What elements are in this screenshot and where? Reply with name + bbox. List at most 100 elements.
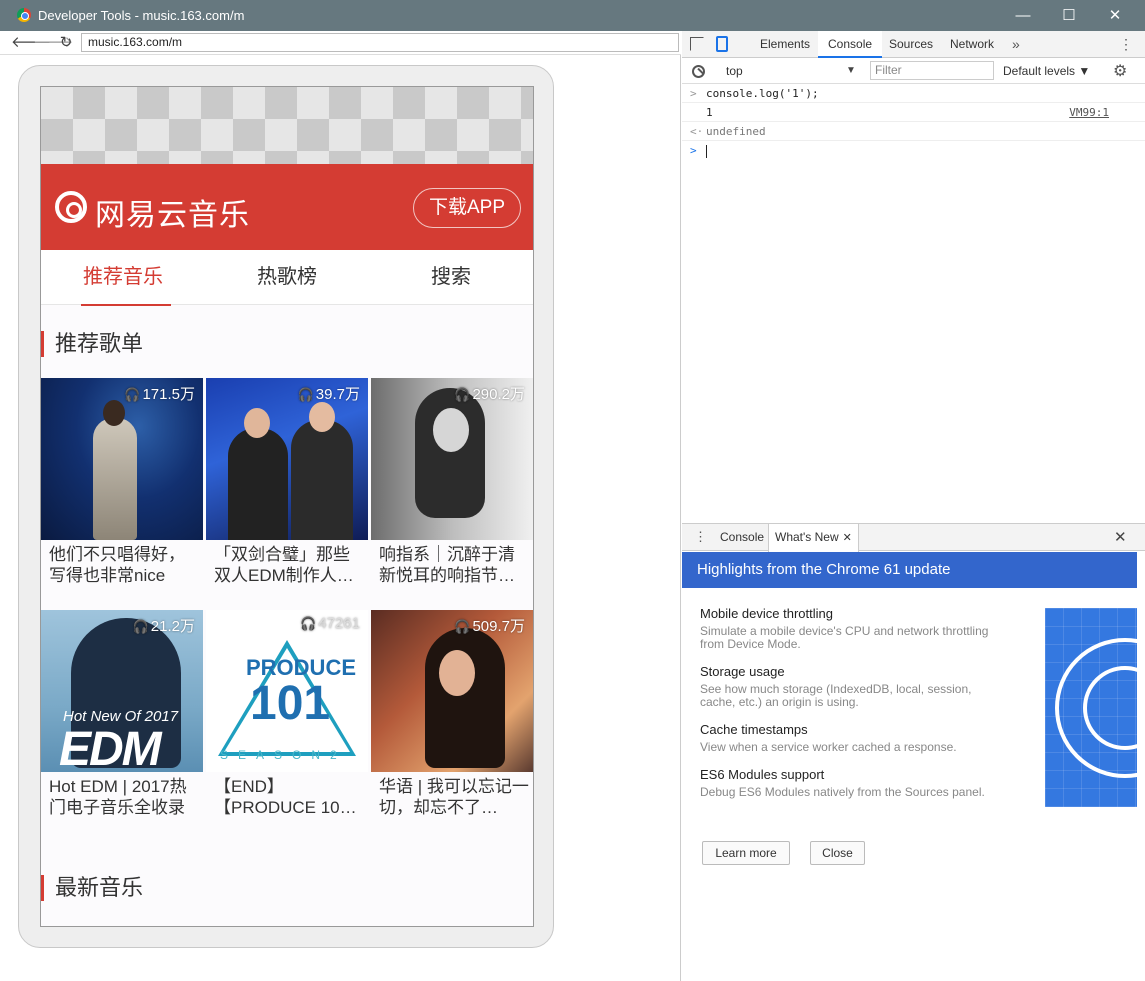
close-button[interactable]: Close bbox=[810, 841, 865, 865]
playlist-title[interactable]: 他们不只唱得好，写得也非常nice bbox=[49, 544, 199, 588]
feature-title: ES6 Modules support bbox=[700, 767, 825, 782]
log-source-link[interactable]: VM99:1 bbox=[1069, 103, 1109, 122]
cover-figure bbox=[425, 628, 505, 768]
playlist-cover[interactable]: 🎧 39.7万 bbox=[206, 378, 368, 540]
feature-item: Storage usage See how much storage (Inde… bbox=[700, 664, 1000, 709]
gear-icon[interactable]: ⚙ bbox=[1113, 61, 1127, 81]
console-toolbar: top ▼ Filter Default levels ▼ ⚙ bbox=[682, 58, 1145, 84]
cover-figure-head bbox=[433, 408, 469, 452]
headphone-icon: 🎧 bbox=[300, 616, 317, 631]
prompt-chevron-icon: > bbox=[690, 144, 697, 157]
headphone-icon: 🎧 bbox=[124, 387, 141, 402]
tab-recommended-music[interactable]: 推荐音乐 bbox=[41, 250, 205, 306]
back-arrow-icon[interactable]: 🡐 bbox=[11, 33, 51, 53]
filter-input[interactable]: Filter bbox=[870, 61, 994, 80]
play-count-value: 509.7万 bbox=[472, 618, 525, 635]
playlist-cover[interactable]: 🎧 171.5万 bbox=[41, 378, 203, 540]
tab-search[interactable]: 搜索 bbox=[369, 250, 533, 305]
cover-text-season: SEASON2 bbox=[220, 748, 347, 762]
transparent-area bbox=[41, 87, 533, 164]
feature-title: Cache timestamps bbox=[700, 722, 808, 737]
page-tabs: 推荐音乐 热歌榜 搜索 bbox=[41, 250, 533, 306]
tab-hot-songs[interactable]: 热歌榜 bbox=[205, 250, 369, 305]
input-chevron-icon: > bbox=[690, 87, 697, 100]
close-window-button[interactable]: ✕ bbox=[1092, 0, 1138, 31]
device-toolbar-icon[interactable] bbox=[716, 36, 728, 52]
drawer-tab-whats-new-label: What's New bbox=[775, 530, 839, 544]
drawer-tab-whats-new[interactable]: What's New ✕ bbox=[768, 524, 859, 552]
play-count: 🎧 47261 bbox=[300, 615, 360, 632]
tab-console[interactable]: Console bbox=[818, 31, 883, 58]
drawer-menu-icon[interactable]: ⋮ bbox=[694, 529, 707, 545]
cover-text-number: 101 bbox=[250, 677, 331, 730]
section-title-recommended-playlists: 推荐歌单 bbox=[41, 331, 143, 357]
playlist-title[interactable]: Hot EDM | 2017热门电子音乐全收录 bbox=[49, 776, 199, 820]
drawer-tab-bar: ⋮ Console What's New ✕ ✕ bbox=[682, 524, 1145, 552]
cover-figure-head bbox=[103, 400, 125, 426]
devtools-toolbar: Elements Console Sources Network » ⋮ bbox=[682, 31, 1145, 58]
devtools-drawer: ⋮ Console What's New ✕ ✕ Highlights from … bbox=[682, 523, 1145, 981]
maximize-button[interactable]: ☐ bbox=[1046, 0, 1092, 31]
chevron-down-icon[interactable]: ▼ bbox=[846, 62, 856, 80]
close-tab-icon[interactable]: ✕ bbox=[843, 532, 852, 544]
cover-text-big: EDM bbox=[59, 723, 162, 772]
tab-network[interactable]: Network bbox=[940, 31, 1004, 58]
browser-viewport: 🡐 🡒 ↻ music.163.com/m 网易云音乐 下载APP 推荐音乐 热… bbox=[0, 31, 681, 981]
feature-item: Mobile device throttling Simulate a mobi… bbox=[700, 606, 1000, 651]
playlist-cover[interactable]: PRODUCE 101 SEASON2 🎧 47261 bbox=[206, 610, 368, 772]
url-field[interactable]: music.163.com/m bbox=[81, 33, 679, 52]
play-count-value: 47261 bbox=[318, 615, 360, 632]
play-count: 🎧 509.7万 bbox=[454, 615, 525, 636]
play-count-value: 21.2万 bbox=[150, 618, 195, 635]
reload-icon[interactable]: ↻ bbox=[57, 33, 75, 53]
feature-title: Mobile device throttling bbox=[700, 606, 833, 621]
playlist-title[interactable]: 华语 | 我可以忘记一切，却忘不了… bbox=[379, 776, 529, 820]
tab-sources[interactable]: Sources bbox=[879, 31, 943, 58]
play-count-value: 171.5万 bbox=[142, 386, 195, 403]
address-bar: 🡐 🡒 ↻ music.163.com/m bbox=[0, 31, 681, 55]
cover-figure-head bbox=[309, 402, 335, 432]
log-levels-dropdown[interactable]: Default levels ▼ bbox=[1003, 62, 1090, 80]
cover-figure-head bbox=[244, 408, 270, 438]
cover-figure bbox=[291, 420, 353, 540]
play-count: 🎧 171.5万 bbox=[124, 383, 195, 404]
playlist-cover[interactable]: 🎧 509.7万 bbox=[371, 610, 533, 772]
device-emulator-frame: 网易云音乐 下载APP 推荐音乐 热歌榜 搜索 推荐歌单 🎧 171.5万 他们… bbox=[18, 65, 554, 948]
more-tabs-icon[interactable]: » bbox=[1012, 36, 1020, 52]
playlist-title[interactable]: 响指系｜沉醉于清新悦耳的响指节… bbox=[379, 544, 529, 588]
window-title: Developer Tools - music.163.com/m bbox=[38, 8, 245, 23]
playlist-cover[interactable]: 🎧 290.2万 bbox=[371, 378, 533, 540]
console-result-line: <· undefined bbox=[682, 122, 1145, 141]
drawer-tab-console[interactable]: Console bbox=[714, 524, 770, 551]
console-prompt[interactable]: > bbox=[682, 141, 1145, 160]
chrome-logo-icon bbox=[17, 8, 31, 22]
mobile-page-screen[interactable]: 网易云音乐 下载APP 推荐音乐 热歌榜 搜索 推荐歌单 🎧 171.5万 他们… bbox=[40, 86, 534, 927]
play-count: 🎧 21.2万 bbox=[133, 615, 195, 636]
cover-figure bbox=[93, 418, 137, 540]
play-count-value: 39.7万 bbox=[315, 386, 360, 403]
clear-console-icon[interactable] bbox=[692, 65, 705, 78]
forward-arrow-icon[interactable]: 🡒 bbox=[33, 33, 73, 53]
inspect-element-icon[interactable] bbox=[690, 37, 704, 51]
site-header: 网易云音乐 下载APP bbox=[41, 164, 533, 250]
learn-more-button[interactable]: Learn more bbox=[702, 841, 790, 865]
headphone-icon: 🎧 bbox=[454, 619, 471, 634]
feature-description: See how much storage (IndexedDB, local, … bbox=[700, 682, 972, 709]
playlist-title[interactable]: 【END】【PRODUCE 10… bbox=[214, 776, 364, 820]
playlist-title[interactable]: 「双剑合璧」那些双人EDM制作人… bbox=[214, 544, 364, 588]
headphone-icon: 🎧 bbox=[132, 619, 149, 634]
cover-figure-head bbox=[439, 650, 475, 696]
console-result-text: undefined bbox=[706, 125, 766, 138]
feature-item: ES6 Modules support Debug ES6 Modules na… bbox=[700, 767, 1000, 799]
close-drawer-icon[interactable]: ✕ bbox=[1114, 528, 1127, 546]
tab-elements[interactable]: Elements bbox=[750, 31, 820, 58]
minimize-button[interactable]: — bbox=[1000, 0, 1046, 31]
download-app-button[interactable]: 下载APP bbox=[413, 188, 521, 228]
site-logo-text[interactable]: 网易云音乐 bbox=[95, 190, 250, 234]
chrome-release-illustration bbox=[1045, 608, 1137, 807]
playlist-cover[interactable]: Hot New Of 2017 EDM 🎧 21.2万 bbox=[41, 610, 203, 772]
title-bar: Developer Tools - music.163.com/m — ☐ ✕ bbox=[0, 0, 1145, 31]
devtools-menu-icon[interactable]: ⋮ bbox=[1119, 36, 1133, 53]
feature-title: Storage usage bbox=[700, 664, 785, 679]
context-selector[interactable]: top bbox=[720, 62, 860, 80]
